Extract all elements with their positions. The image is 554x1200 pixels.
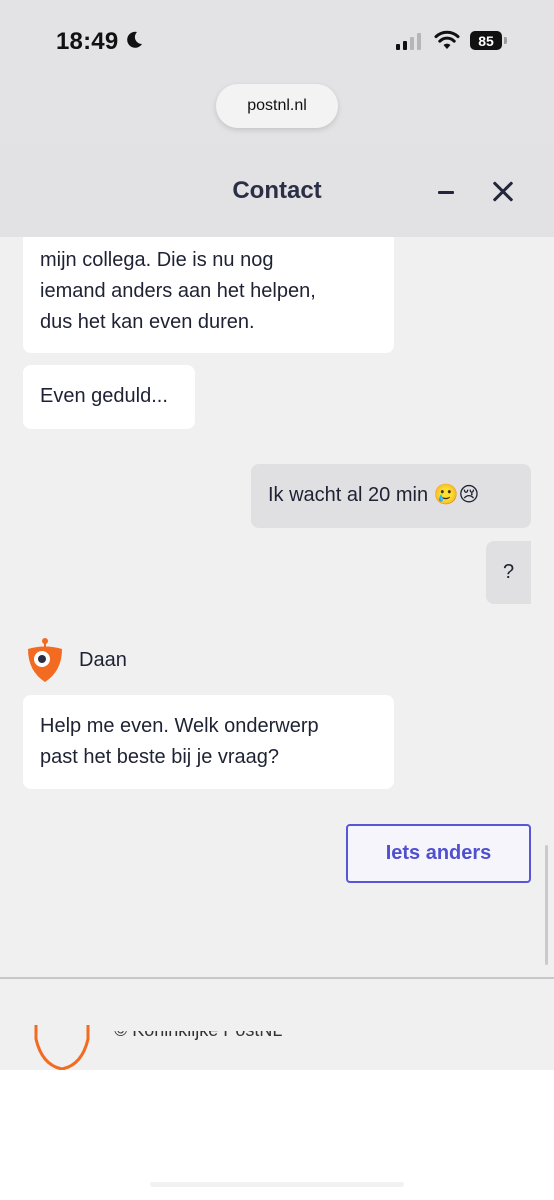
status-time: 18:49 <box>56 28 119 55</box>
cellular-signal-icon <box>396 32 421 50</box>
agent-name: Daan <box>79 649 127 671</box>
close-icon[interactable] <box>486 175 520 209</box>
home-indicator[interactable] <box>150 1182 404 1187</box>
status-bar: 18:49 85 postnl.nl <box>0 0 554 145</box>
chat-header: Contact <box>0 145 554 237</box>
copyright-text: © Koninklijke PostNL <box>114 1031 282 1041</box>
scrollbar[interactable] <box>545 845 548 965</box>
message-line: past het beste bij je vraag? <box>40 746 280 768</box>
message-line: mijn collega. Die is nu nog <box>40 249 274 271</box>
battery-cap <box>504 37 507 44</box>
minimize-icon[interactable] <box>428 179 464 207</box>
chat-panel: Contact mijn collega. Die is nu nog iema… <box>0 145 554 1070</box>
moon-icon <box>127 31 142 48</box>
url-bar[interactable]: postnl.nl <box>216 84 338 128</box>
footer-copyright: © Koninklijke PostNL <box>114 1031 282 1053</box>
user-message-question: ? <box>486 541 531 604</box>
panel-divider <box>0 977 554 979</box>
iets-anders-button[interactable]: Iets anders <box>346 824 531 883</box>
chat-title: Contact <box>232 177 322 204</box>
agent-message-wait: Even geduld... <box>23 365 195 429</box>
agent-message-help: Help me even. Welk onderwerp past het be… <box>23 695 394 789</box>
message-line: Help me even. Welk onderwerp <box>40 715 319 737</box>
daan-robot-avatar <box>28 638 62 682</box>
user-message: Ik wacht al 20 min 🥲😢 <box>251 464 531 528</box>
postnl-logo-icon <box>34 1025 90 1070</box>
message-line: dus het kan even duren. <box>40 311 255 333</box>
battery-icon: 85 <box>470 31 502 50</box>
wifi-icon <box>434 30 460 49</box>
message-line: iemand anders aan het helpen, <box>40 280 316 302</box>
